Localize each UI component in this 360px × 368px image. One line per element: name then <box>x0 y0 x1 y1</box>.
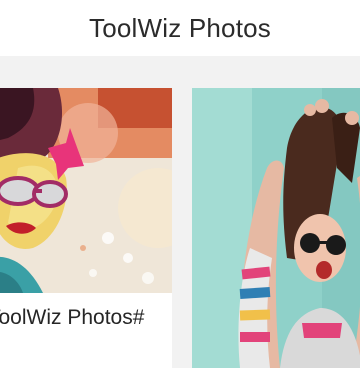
watercolor-portrait-image <box>0 88 172 293</box>
page-title: ToolWiz Photos <box>89 12 271 43</box>
painted-portrait-image <box>192 88 360 368</box>
photo-card-right[interactable] <box>192 88 360 368</box>
app-header: ToolWiz Photos <box>0 0 360 56</box>
card-caption: ToolWiz Photos# <box>0 306 145 329</box>
card-thumbnail-left[interactable] <box>0 88 172 293</box>
photo-card-left[interactable]: ToolWiz Photos# <box>0 88 172 368</box>
